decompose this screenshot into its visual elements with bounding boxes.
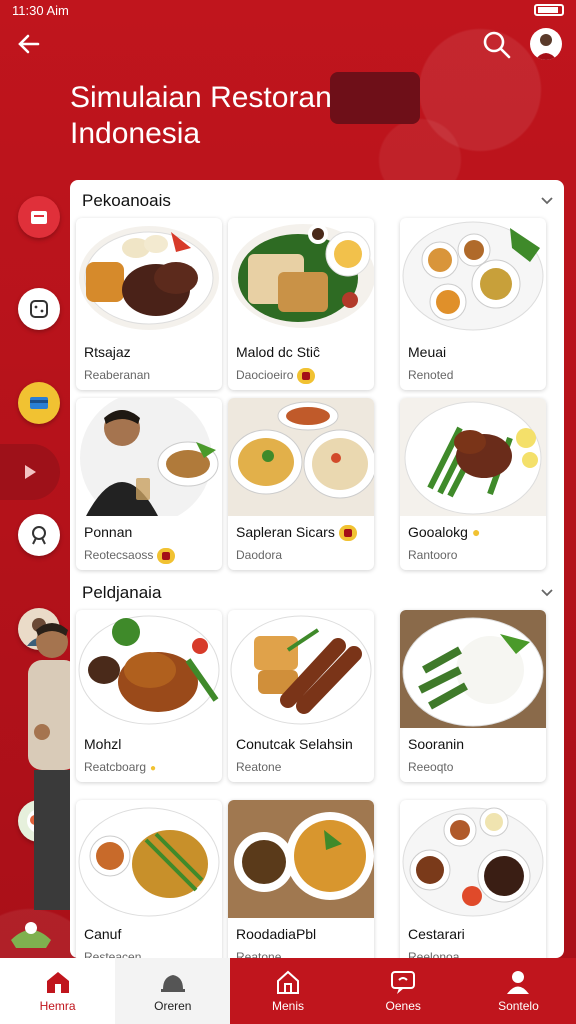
food-image [80, 398, 219, 516]
menu-card[interactable]: RoodadiaPbl Reatone [228, 800, 374, 958]
card-title: Sapleran Sicars [236, 524, 357, 542]
nav-chat[interactable]: Oenes [346, 958, 461, 1024]
back-arrow-icon[interactable] [14, 30, 44, 60]
side-user-button[interactable] [18, 514, 60, 556]
menu-card[interactable]: Mohzl Reatcboarg ● [76, 610, 222, 782]
waiter-illustration [28, 623, 72, 910]
food-image [231, 224, 374, 328]
food-image [78, 807, 220, 917]
sparkle-icon: ● [471, 524, 481, 540]
menu-card[interactable]: Malod dc Stiĉ Daocioeiro [228, 218, 374, 390]
card-subtitle: Reelonoa [408, 950, 460, 958]
home-outline-icon [277, 970, 299, 994]
nav-label: Oreren [154, 999, 192, 1013]
status-time: 11:30 Aim [12, 2, 69, 18]
card-subtitle: Reatcboarg ● [84, 760, 156, 774]
card-subtitle: Resteacen [84, 950, 142, 958]
chat-icon [391, 971, 416, 994]
side-cart-button[interactable] [18, 196, 60, 238]
menu-card[interactable]: Gooalokg ● Rantooro [400, 398, 546, 570]
card-title: Malod dc Stiĉ [236, 344, 321, 360]
card-subtitle: Reotecsaoss [84, 548, 176, 564]
menu-card[interactable]: Sapleran Sicars Daodora [228, 398, 374, 570]
card-subtitle: Daocioeiro [236, 368, 316, 384]
nav-label: Oenes [385, 999, 421, 1013]
card-title: Meuai [408, 344, 447, 360]
card-title: Sooranin [408, 736, 465, 752]
food-image [402, 807, 544, 917]
card-subtitle: Reeoqto [408, 760, 454, 774]
card-title: RoodadiaPbl [236, 926, 317, 942]
section-title: Peldjanaia [82, 583, 162, 602]
section-header[interactable]: Pekoanoais [82, 186, 554, 216]
nav-label: Menis [272, 999, 305, 1013]
side-card-button[interactable] [18, 382, 60, 424]
food-image [402, 221, 544, 331]
card-title: Conutcak Selahsin [236, 736, 353, 752]
card-title: Canuf [84, 926, 122, 942]
card-subtitle-text: Daocioeiro [236, 368, 294, 383]
title-highlight-block [330, 72, 420, 124]
menu-card[interactable]: Meuai Renoted [400, 218, 546, 390]
food-image [79, 226, 219, 330]
card-title: Ponnan [84, 524, 133, 540]
side-play-button[interactable] [0, 444, 60, 500]
food-image [400, 610, 546, 728]
card-title: Cestarari [408, 926, 465, 942]
food-image [400, 398, 546, 516]
chevron-down-icon[interactable] [540, 585, 554, 601]
menu-card[interactable]: Conutcak Selahsin Reatone [228, 610, 374, 782]
home-icon [46, 972, 69, 993]
promo-badge-icon [338, 525, 357, 542]
page-title-line2: Indonesia [70, 117, 201, 150]
status-bar: 11:30 Aim [0, 0, 576, 20]
menu-card[interactable]: Canuf Resteacen [76, 800, 222, 958]
nav-order[interactable]: Oreren [115, 958, 231, 1024]
page-title: Simulaian Restoran Indonesia [70, 80, 332, 152]
top-bar [0, 28, 576, 64]
menu-icon [160, 975, 185, 992]
user-icon [507, 971, 530, 994]
nav-menu[interactable]: Menis [230, 958, 345, 1024]
card-title: Rtsajaz [84, 344, 131, 360]
battery-icon [534, 4, 564, 16]
nav-profile[interactable]: Sontelo [461, 958, 576, 1024]
menu-card[interactable]: Sooranin Reeoqto [400, 610, 546, 782]
card-subtitle: Reatone [236, 760, 282, 774]
bottom-navigation: Hemra Oreren Menis Oenes Sontelo [0, 958, 576, 1024]
nav-label: Hemra [39, 999, 76, 1013]
side-menu-button[interactable] [18, 288, 60, 330]
chevron-down-icon[interactable] [540, 193, 554, 209]
card-title-text: Sapleran Sicars [236, 524, 335, 540]
promo-badge-icon [297, 368, 316, 384]
profile-icon[interactable] [530, 28, 562, 60]
nav-label: Sontelo [498, 999, 539, 1013]
card-title: Gooalokg ● [408, 524, 480, 540]
card-subtitle: Daodora [236, 548, 283, 562]
menu-card[interactable]: Rtsajaz Reaberanan [76, 218, 222, 390]
food-image [78, 615, 220, 725]
food-image [228, 800, 374, 918]
promo-badge-icon [157, 548, 176, 564]
card-subtitle: Renoted [408, 368, 454, 382]
nav-home[interactable]: Hemra [0, 958, 116, 1024]
food-image [230, 615, 372, 725]
card-subtitle: Rantooro [408, 548, 458, 562]
card-title: Mohzl [84, 736, 122, 752]
card-subtitle-text: Reotecsaoss [84, 548, 154, 563]
menu-card[interactable]: Cestarari Reelonoa [400, 800, 546, 958]
card-subtitle: Reaberanan [84, 368, 151, 382]
page-title-line1: Simulaian Restoran [70, 81, 332, 114]
sparkle-icon: ● [150, 763, 157, 774]
food-image [228, 398, 374, 516]
menu-card[interactable]: Ponnan Reotecsaoss [76, 398, 222, 570]
section-header[interactable]: Peldjanaia [82, 578, 554, 608]
card-subtitle-text: Reatcboarg [84, 760, 147, 774]
search-icon[interactable] [482, 30, 512, 60]
card-subtitle: Reatone [236, 950, 282, 958]
card-title-text: Gooalokg [408, 524, 468, 540]
section-title: Pekoanoais [82, 191, 171, 210]
menu-panel: Pekoanoais Rtsajaz Reaberanan Malod dc S… [70, 180, 564, 958]
